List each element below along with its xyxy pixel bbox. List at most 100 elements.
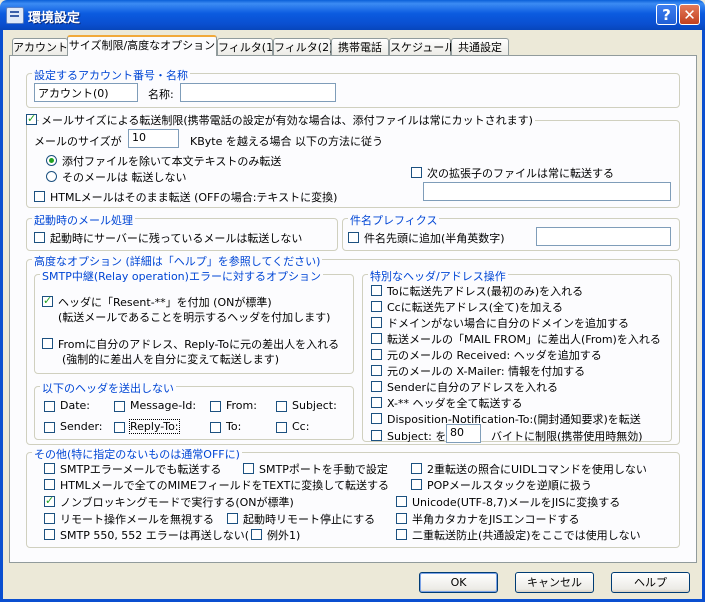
no-resend-550-checkbox[interactable] — [44, 529, 55, 540]
special-header-title: 特別なヘッダ/アドレス操作 — [368, 268, 508, 284]
special-disposition-checkbox[interactable] — [371, 413, 382, 424]
special-xmailer-checkbox[interactable] — [371, 365, 382, 376]
smtp-port-label: SMTPポートを手動で設定 — [259, 463, 388, 476]
tab-common[interactable]: 共通設定 — [451, 38, 509, 55]
header-cc-label: Cc: — [292, 420, 310, 433]
subject-limit-prefix: Subject: を — [387, 430, 447, 443]
from-replyto-checkbox[interactable] — [42, 338, 53, 349]
nonblocking-label: ノンブロッキングモードで実行する(ONが標準) — [60, 496, 294, 509]
header-to-label: To: — [226, 420, 242, 433]
special-mailfrom-label: 転送メールの「MAIL FROM」に差出人(From)を入れる — [387, 333, 661, 346]
header-subject-label: Subject: — [292, 399, 337, 412]
cancel-button[interactable]: キャンセル — [515, 572, 594, 593]
skip-mail-radio[interactable] — [46, 171, 57, 182]
unicode-jis-label: Unicode(UTF-8,7)メールをJISに変換する — [412, 496, 621, 509]
special-xheaders-checkbox[interactable] — [371, 397, 382, 408]
subject-limit-checkbox[interactable] — [371, 430, 382, 441]
nonblocking-checkbox[interactable] — [44, 494, 55, 507]
prefix-input[interactable] — [536, 227, 671, 246]
pop-reverse-checkbox[interactable] — [411, 479, 422, 490]
startup-remote-stop-checkbox[interactable] — [227, 513, 238, 524]
header-from-checkbox[interactable] — [210, 401, 221, 412]
size-limit-label: メールサイズによる転送制限(携帯電話の設定が有効な場合は、添付ファイルは常にカッ… — [39, 112, 535, 128]
startup-remote-stop-label: 起動時リモート停止にする — [243, 513, 376, 526]
ok-button[interactable]: OK — [419, 572, 498, 593]
tab-mobile[interactable]: 携帯電話 — [331, 38, 389, 55]
tab-account[interactable]: アカウント — [12, 38, 68, 55]
special-mailfrom-checkbox[interactable] — [371, 333, 382, 344]
startup-group-title: 起動時のメール処理 — [32, 212, 135, 228]
size-input[interactable]: 10 — [128, 129, 179, 148]
header-subject-checkbox[interactable] — [276, 401, 287, 412]
tab-filter-2[interactable]: フィルタ(2) — [273, 38, 333, 55]
header-message-id-label: Message-Id: — [130, 399, 197, 412]
header-reply-to-checkbox[interactable] — [114, 422, 125, 433]
account-name-field[interactable] — [180, 83, 336, 102]
uidl-label: 2重転送の照合にUIDLコマンドを使用しない — [427, 463, 647, 476]
subject-limit-input[interactable]: 80 — [446, 424, 481, 443]
header-reply-to-label: Reply-To: — [129, 419, 180, 434]
special-disposition-label: Disposition-Notification-To:(開封通知要求)を転送 — [387, 413, 641, 426]
resent-checkbox[interactable] — [42, 294, 53, 307]
ext-input[interactable] — [423, 182, 671, 201]
no-header-title: 以下のヘッダを送出しない — [40, 380, 176, 396]
skip-mail-label: そのメールは 転送しない — [62, 171, 187, 184]
html-mime-checkbox[interactable] — [44, 479, 55, 490]
special-cc-checkbox[interactable] — [371, 301, 382, 312]
header-cc-checkbox[interactable] — [276, 422, 287, 433]
strip-attachment-label: 添付ファイルを除いて本文テキストのみ転送 — [62, 155, 282, 168]
ignore-remote-checkbox[interactable] — [44, 513, 55, 524]
tab-size-limit[interactable]: サイズ制限/高度なオプション — [67, 35, 217, 56]
special-xmailer-label: 元のメールの X-Mailer: 情報を付加する — [387, 365, 586, 378]
settings-window-icon — [6, 7, 24, 24]
tab-filter-1[interactable]: フィルタ(1) — [217, 38, 277, 55]
advanced-group-title: 高度なオプション (詳細は「ヘルプ」を参照してください) — [32, 253, 323, 269]
from-replyto-note: (強制的に差出人を自分に変えて転送します) — [62, 353, 280, 366]
strip-attachment-radio[interactable] — [46, 155, 57, 166]
help-title-button[interactable]: ? — [656, 4, 677, 25]
header-to-checkbox[interactable] — [210, 422, 221, 433]
hankaku-jis-label: 半角カタカナをJISエンコードする — [412, 513, 580, 526]
account-number-field[interactable]: アカウント(0) — [34, 83, 138, 102]
pop-reverse-label: POPメールスタックを逆順に扱う — [427, 479, 592, 492]
special-domain-label: ドメインがない場合に自分のドメインを追加する — [387, 317, 629, 330]
special-received-label: 元のメールの Received: ヘッダを追加する — [387, 349, 602, 362]
close-button[interactable]: ✕ — [679, 4, 700, 25]
no-resend-550-label: SMTP 550, 552 エラーは再送しない( — [60, 529, 250, 542]
window-title: 環境設定 — [28, 11, 81, 26]
html-passthrough-checkbox[interactable] — [34, 191, 45, 202]
smtp-error-forward-checkbox[interactable] — [44, 463, 55, 474]
special-to-label: Toに転送先アドレス(最初のみ)を入れる — [387, 285, 584, 298]
header-date-checkbox[interactable] — [44, 401, 55, 412]
tab-schedule[interactable]: スケジュール — [389, 38, 455, 55]
ext-always-checkbox[interactable] — [411, 167, 422, 178]
special-to-checkbox[interactable] — [371, 285, 382, 296]
name-label: 名称: — [148, 88, 174, 101]
size-limit-checkbox[interactable] — [26, 112, 37, 125]
unicode-jis-checkbox[interactable] — [396, 496, 407, 507]
exception1-checkbox[interactable] — [251, 529, 262, 540]
header-sender-checkbox[interactable] — [44, 422, 55, 433]
help-button[interactable]: ヘルプ — [611, 572, 690, 593]
startup-skip-checkbox[interactable] — [34, 232, 45, 243]
other-group-title: その他(特に指定のないものは通常OFFに) — [32, 446, 242, 462]
prefix-group-title: 件名プレフィクス — [348, 212, 440, 228]
special-received-checkbox[interactable] — [371, 349, 382, 360]
ext-always-label: 次の拡張子のファイルは常に転送する — [427, 167, 614, 180]
special-sender-label: Senderに自分のアドレスを入れる — [387, 381, 558, 394]
resent-note: (転送メールであることを明示するヘッダを付加します) — [58, 311, 331, 324]
prefix-checkbox[interactable] — [348, 232, 359, 243]
ignore-remote-label: リモート操作メールを無視する — [60, 513, 214, 526]
startup-skip-label: 起動時にサーバーに残っているメールは転送しない — [50, 232, 303, 245]
resent-label: ヘッダに「Resent-**」を付加 (ONが標準) — [58, 296, 272, 309]
header-message-id-checkbox[interactable] — [114, 401, 125, 412]
hankaku-jis-checkbox[interactable] — [396, 513, 407, 524]
smtp-relay-title: SMTP中継(Relay operation)エラーに対するオプション — [40, 268, 323, 284]
special-domain-checkbox[interactable] — [371, 317, 382, 328]
uidl-checkbox[interactable] — [411, 463, 422, 474]
special-cc-label: Ccに転送先アドレス(全て)を加える — [387, 301, 563, 314]
no-dup-prevent-checkbox[interactable] — [396, 529, 407, 540]
smtp-port-checkbox[interactable] — [243, 463, 254, 474]
special-sender-checkbox[interactable] — [371, 381, 382, 392]
title-bar[interactable] — [0, 0, 705, 30]
